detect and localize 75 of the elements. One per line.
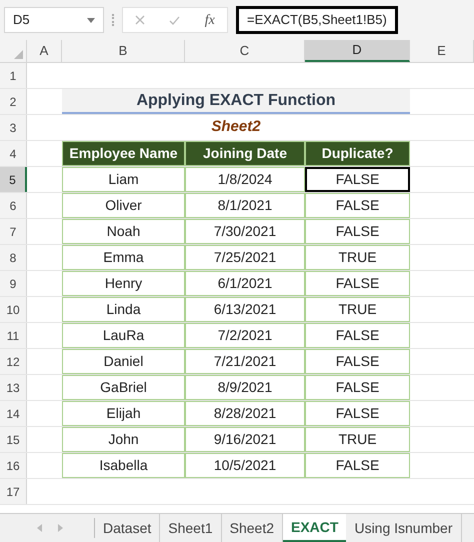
row-header[interactable]: 6 [0,193,27,218]
subtitle-text: Sheet2 [210,117,262,138]
row-header[interactable]: 11 [0,323,27,348]
table-cell: Isabella [62,453,185,478]
cancel-icon[interactable] [135,15,146,25]
row-header[interactable]: 3 [0,115,27,140]
column-header[interactable]: E [410,40,474,62]
row-header[interactable]: 16 [0,453,27,478]
table-cell: LauRa [62,323,185,348]
sheet-tab[interactable]: EXACT [283,514,346,542]
check-icon[interactable] [169,16,180,24]
table-cell: 7/30/2021 [185,219,305,244]
table-cell[interactable]: TRUE [305,427,410,452]
table-cell[interactable]: FALSE [305,219,410,244]
row-header[interactable]: 4 [0,141,27,166]
row-header[interactable]: 13 [0,375,27,400]
table-cell[interactable]: FALSE [305,193,410,218]
table-cell: Noah [62,219,185,244]
caret-icon [87,18,95,22]
row-header[interactable]: 12 [0,349,27,374]
sheet-tab[interactable]: Dataset [95,514,160,542]
column-header[interactable]: A [27,40,62,62]
table-header-cell: Employee Name [62,141,185,166]
table-cell[interactable]: FALSE [305,375,410,400]
row-header[interactable]: 5 [0,167,27,192]
scroll-left-icon[interactable] [37,524,42,532]
formula-input[interactable]: =EXACT(B5,Sheet1!B5) [236,6,398,34]
table-cell: 8/28/2021 [185,401,305,426]
row-header[interactable]: 15 [0,427,27,452]
table-cell: Henry [62,271,185,296]
row-header[interactable]: 7 [0,219,27,244]
table-header-cell: Joining Date [185,141,305,166]
table-cell: 10/5/2021 [185,453,305,478]
table-cell[interactable]: FALSE [305,349,410,374]
table-cell[interactable]: FALSE [305,271,410,296]
column-header[interactable]: B [62,40,185,62]
table-cell[interactable]: FALSE [305,323,410,348]
table-cell: John [62,427,185,452]
row-header[interactable]: 9 [0,271,27,296]
sheet-tab[interactable]: Sheet1 [160,514,222,542]
scroll-right-icon[interactable] [58,524,63,532]
table-cell[interactable]: FALSE [305,401,410,426]
title-banner: Applying EXACT Function [62,89,410,114]
table-cell: Liam [62,167,185,192]
table-cell: 8/1/2021 [185,193,305,218]
table-cell[interactable]: FALSE [305,167,410,192]
drag-handle-icon [112,14,114,26]
table-cell: Elijah [62,401,185,426]
table-header-cell: Duplicate? [305,141,410,166]
table-cell: Emma [62,245,185,270]
row-header[interactable]: 8 [0,245,27,270]
row-header[interactable]: 10 [0,297,27,322]
table-cell: Daniel [62,349,185,374]
table-cell: 7/25/2021 [185,245,305,270]
row-header[interactable]: 17 [0,479,27,504]
table-cell: 7/21/2021 [185,349,305,374]
name-box[interactable]: D5 [4,7,104,33]
table-cell: GaBriel [62,375,185,400]
column-header[interactable]: D [305,40,410,62]
row-header[interactable]: 2 [0,89,27,114]
table-cell: 9/16/2021 [185,427,305,452]
table-cell: Linda [62,297,185,322]
table-cell[interactable]: TRUE [305,297,410,322]
table-cell: 8/9/2021 [185,375,305,400]
row-header[interactable]: 14 [0,401,27,426]
row-header[interactable]: 1 [0,63,27,88]
table-cell: Oliver [62,193,185,218]
sheet-tab[interactable]: Using Isnumber [346,514,462,542]
table-cell: 6/1/2021 [185,271,305,296]
function-button[interactable]: fx [204,10,215,30]
table-cell[interactable]: TRUE [305,245,410,270]
table-cell[interactable]: FALSE [305,453,410,478]
table-cell: 6/13/2021 [185,297,305,322]
table-cell: 1/8/2024 [185,167,305,192]
table-cell: 7/2/2021 [185,323,305,348]
